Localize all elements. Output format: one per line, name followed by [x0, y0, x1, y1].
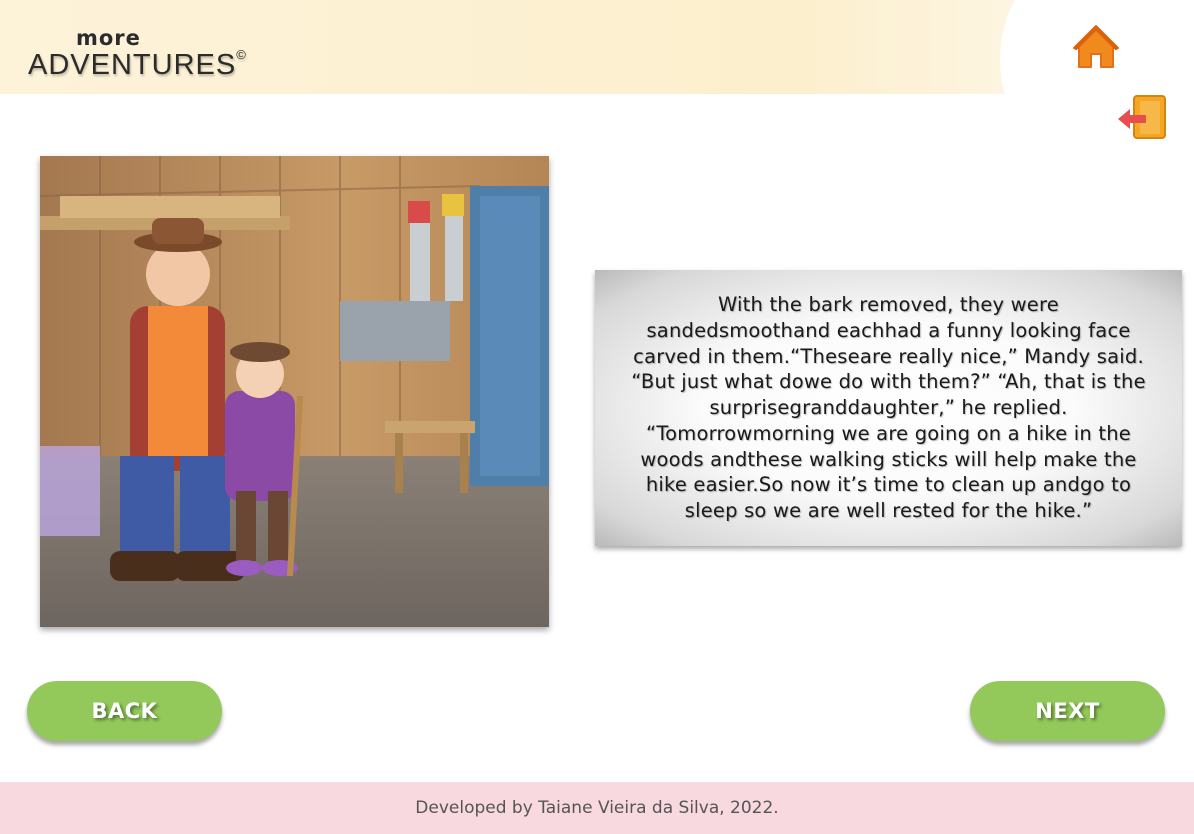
exit-door-icon [1118, 95, 1166, 139]
header-wash [800, 0, 1020, 94]
story-illustration [40, 156, 549, 627]
next-button[interactable]: NEXT [970, 681, 1165, 741]
back-button[interactable]: BACK [27, 681, 222, 741]
logo-main-text: ADVENTURES© [28, 47, 247, 82]
back-button-label: BACK [91, 699, 158, 723]
story-paragraph: With the bark removed, they were sandeds… [631, 292, 1146, 523]
page-footer: Developed by Taiane Vieira da Silva, 202… [0, 782, 1194, 834]
logo-mark: © [236, 47, 247, 62]
home-button[interactable] [1072, 24, 1120, 70]
next-button-label: NEXT [1035, 699, 1100, 723]
footer-credit: Developed by Taiane Vieira da Silva, 202… [415, 798, 779, 818]
logo-top-text: more [76, 26, 141, 50]
home-icon [1073, 25, 1119, 68]
top-header: more ADVENTURES© [0, 0, 1194, 94]
story-text-card: With the bark removed, they were sandeds… [595, 270, 1182, 546]
exit-button[interactable] [1116, 94, 1168, 142]
woodshop-illustration [40, 156, 549, 627]
brand-logo: more ADVENTURES© [28, 26, 246, 84]
logo-main-word: ADVENTURES [28, 49, 237, 81]
